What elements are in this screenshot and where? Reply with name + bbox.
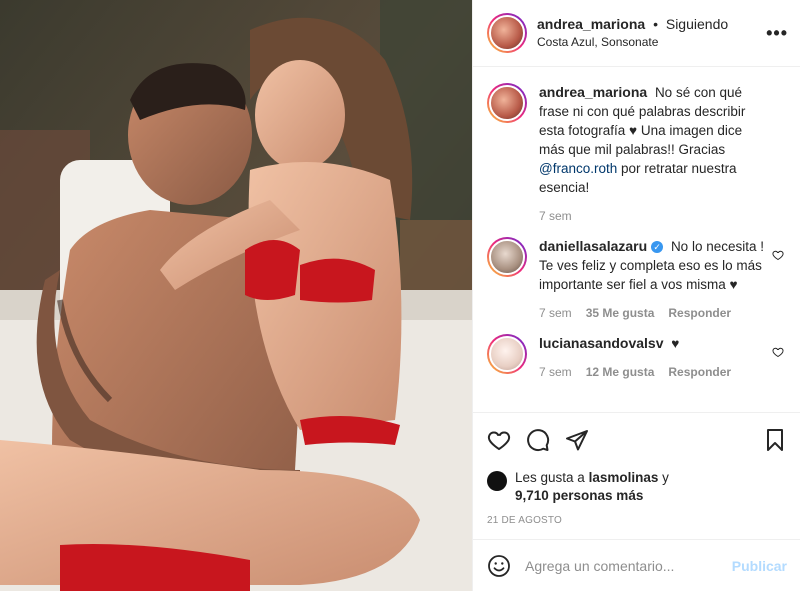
caption-text: andrea_mariona No sé con qué frase ni co… bbox=[539, 83, 766, 197]
instagram-post: andrea_mariona • Siguiendo Costa Azul, S… bbox=[0, 0, 800, 591]
comment-time[interactable]: 7 sem bbox=[539, 306, 572, 320]
comment-username[interactable]: daniellasalazaru bbox=[539, 238, 647, 254]
comments-section: andrea_mariona No sé con qué frase ni co… bbox=[473, 67, 800, 410]
comment-likes[interactable]: 35 Me gusta bbox=[586, 306, 655, 320]
more-options-icon[interactable]: ••• bbox=[766, 23, 788, 44]
caption-body: andrea_mariona No sé con qué frase ni co… bbox=[539, 83, 784, 223]
comment-bubble-icon[interactable] bbox=[526, 428, 550, 452]
caption-meta: 7 sem bbox=[539, 209, 766, 223]
comment-time[interactable]: 7 sem bbox=[539, 365, 572, 379]
comment-message: ♥ bbox=[671, 336, 680, 351]
like-heart-icon[interactable] bbox=[487, 428, 511, 452]
follow-status-button[interactable]: Siguiendo bbox=[666, 16, 728, 32]
comment-avatar-image bbox=[489, 336, 525, 372]
liker-avatar[interactable] bbox=[487, 471, 507, 491]
likes-count-link[interactable]: 9,710 personas más bbox=[515, 488, 643, 503]
comment-body: lucianasandovalsv ♥ 7 sem 12 Me gusta Re… bbox=[539, 334, 784, 379]
comment-item: lucianasandovalsv ♥ 7 sem 12 Me gusta Re… bbox=[487, 334, 784, 379]
reply-button[interactable]: Responder bbox=[668, 306, 731, 320]
post-photo[interactable] bbox=[0, 0, 472, 591]
location-link[interactable]: Costa Azul, Sonsonate bbox=[537, 33, 766, 51]
comment-avatar-image bbox=[489, 239, 525, 275]
comment-text: lucianasandovalsv ♥ bbox=[539, 334, 766, 353]
author-username[interactable]: andrea_mariona bbox=[537, 16, 645, 32]
author-avatar[interactable] bbox=[487, 13, 527, 53]
post-actions: Les gusta a lasmolinas y 9,710 personas … bbox=[473, 412, 800, 526]
post-sidebar: andrea_mariona • Siguiendo Costa Azul, S… bbox=[472, 0, 800, 591]
comment-input[interactable] bbox=[525, 557, 732, 574]
comment-text: daniellasalazaru ✓ No lo necesita ! Te ve… bbox=[539, 237, 766, 294]
comment-avatar[interactable] bbox=[487, 334, 527, 374]
caption-time[interactable]: 7 sem bbox=[539, 209, 572, 223]
post-date[interactable]: 21 DE AGOSTO bbox=[487, 515, 787, 526]
caption-avatar[interactable] bbox=[487, 83, 527, 123]
reply-button[interactable]: Responder bbox=[668, 365, 731, 379]
comment-meta: 7 sem 35 Me gusta Responder bbox=[539, 306, 766, 320]
comment-body: daniellasalazaru ✓ No lo necesita ! Te ve… bbox=[539, 237, 784, 320]
like-comment-heart-icon[interactable] bbox=[772, 249, 784, 261]
author-avatar-image bbox=[489, 15, 525, 51]
separator-dot: • bbox=[653, 16, 658, 32]
action-icons-row bbox=[487, 413, 787, 467]
caption-mention-link[interactable]: @franco.roth bbox=[539, 161, 617, 176]
post-header: andrea_mariona • Siguiendo Costa Azul, S… bbox=[473, 0, 800, 67]
add-comment-bar: Publicar bbox=[473, 539, 800, 591]
publish-button[interactable]: Publicar bbox=[732, 558, 787, 574]
emoji-smiley-icon[interactable] bbox=[487, 554, 511, 578]
comment-avatar[interactable] bbox=[487, 237, 527, 277]
share-send-icon[interactable] bbox=[565, 428, 589, 452]
likes-connector: y bbox=[662, 470, 669, 485]
verified-badge-icon: ✓ bbox=[651, 241, 664, 253]
caption-avatar-image bbox=[489, 85, 525, 121]
save-bookmark-icon[interactable] bbox=[763, 428, 787, 452]
likes-text: Les gusta a lasmolinas y 9,710 personas … bbox=[515, 469, 669, 505]
likes-prefix: Les gusta a bbox=[515, 470, 585, 485]
comment-meta: 7 sem 12 Me gusta Responder bbox=[539, 365, 766, 379]
caption-username[interactable]: andrea_mariona bbox=[539, 84, 647, 100]
likes-summary: Les gusta a lasmolinas y 9,710 personas … bbox=[487, 469, 787, 505]
header-text: andrea_mariona • Siguiendo Costa Azul, S… bbox=[537, 15, 766, 51]
comment-item: daniellasalazaru ✓ No lo necesita ! Te ve… bbox=[487, 237, 784, 320]
liker-username[interactable]: lasmolinas bbox=[589, 470, 659, 485]
comment-username[interactable]: lucianasandovalsv bbox=[539, 335, 664, 351]
comment-likes[interactable]: 12 Me gusta bbox=[586, 365, 655, 379]
like-comment-heart-icon[interactable] bbox=[772, 346, 784, 358]
caption: andrea_mariona No sé con qué frase ni co… bbox=[487, 83, 784, 223]
couple-photo-illustration bbox=[0, 0, 472, 591]
